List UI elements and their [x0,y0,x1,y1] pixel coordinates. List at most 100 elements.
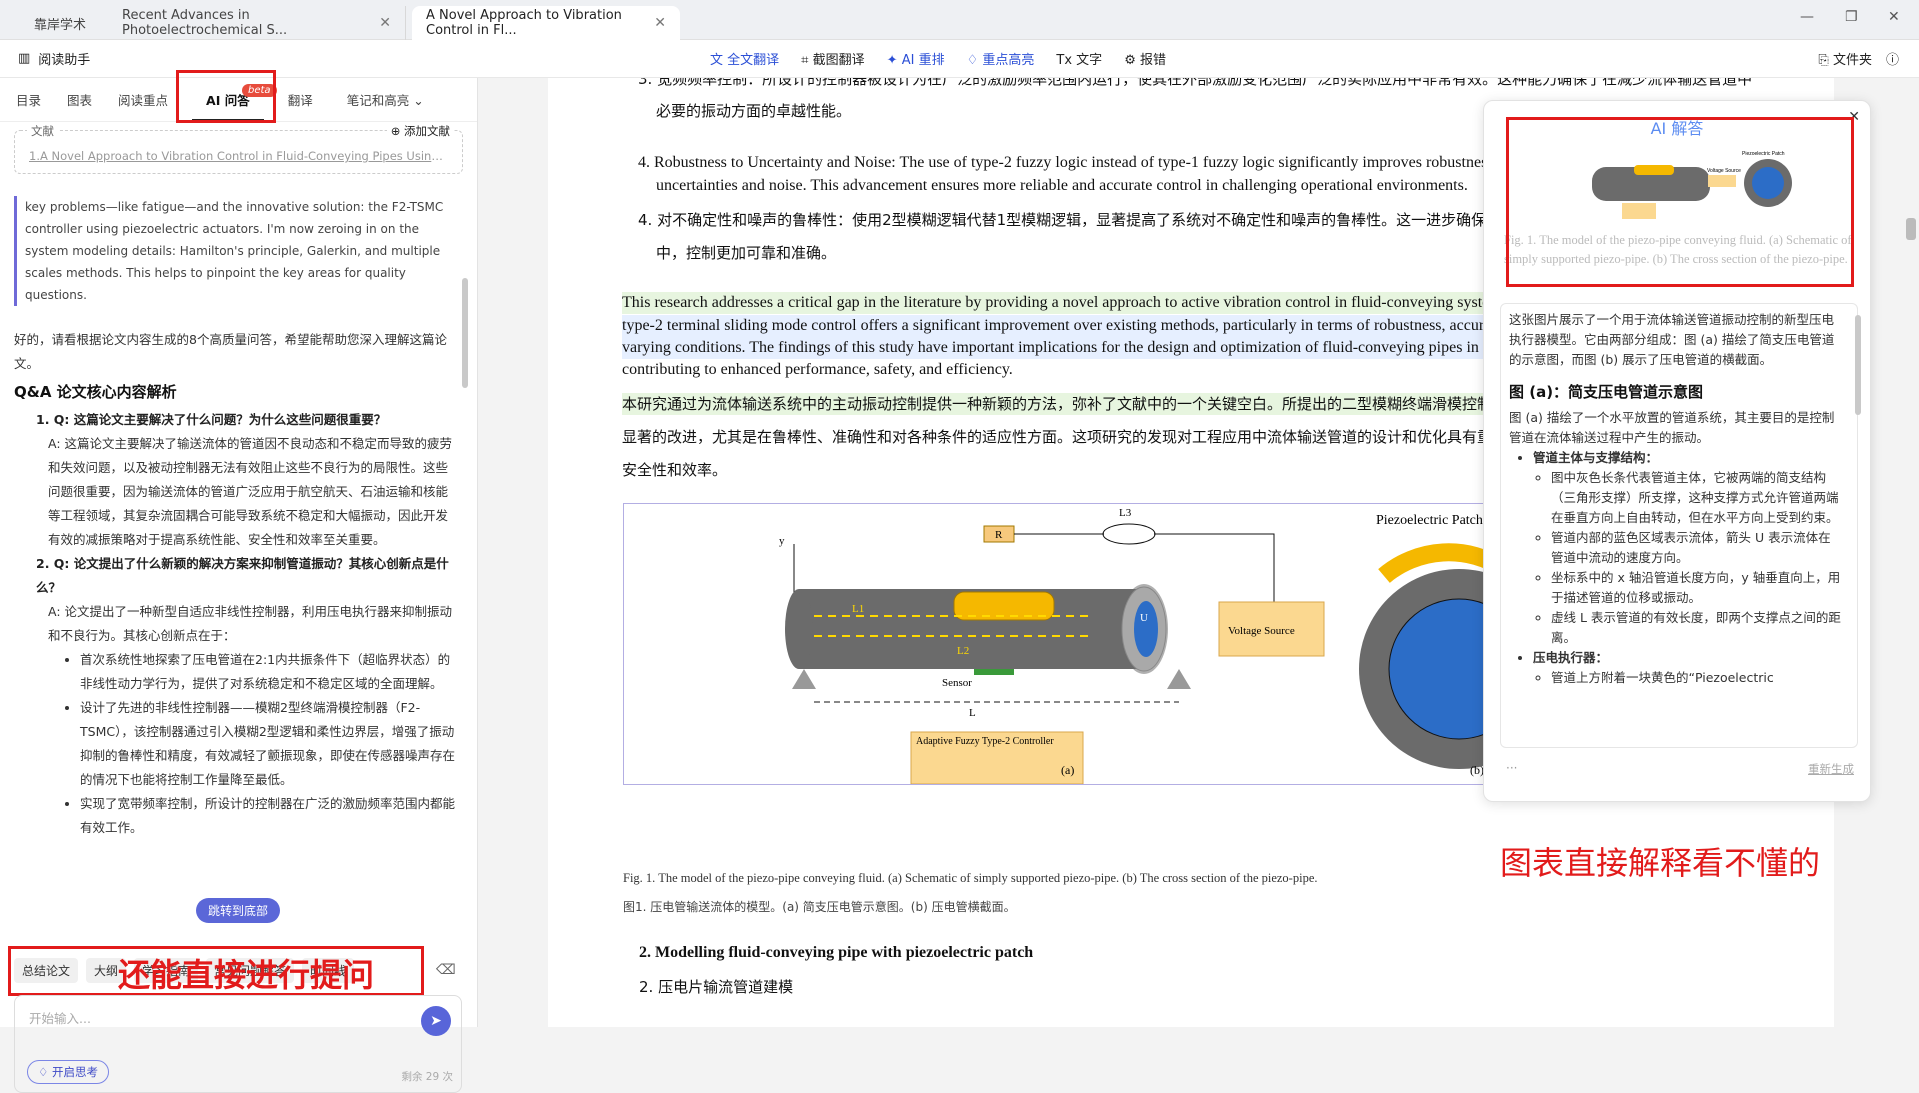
tab-label: Recent Advances in Photoelectrochemical … [122,8,288,38]
paper-line: This research addresses a critical gap i… [622,292,1604,314]
text-label: 文字 [1076,53,1103,68]
question-2: 2. Q: 论文提出了什么新颖的解决方案来抑制管道振动？其核心创新点是什么？ [36,556,449,595]
remaining-count: 剩余 29 次 [401,1071,453,1083]
sparkle-icon: ✦ [886,53,898,68]
list-item-label: 压电执行器： [1533,650,1609,665]
list-item: 坐标系中的 x 轴沿管道长度方向，y 轴垂直向上，用于描述管道的位移或振动。 [1551,568,1841,608]
chat-history: key problems—like fatigue—and the innova… [14,196,460,856]
section-heading: 2. Modelling fluid-conveying pipe with p… [639,944,1034,961]
paper-line: contributing to enhanced performance, sa… [622,361,1013,378]
tab-notes-label: 笔记和高亮 [346,93,410,108]
tab-notes[interactable]: 笔记和高亮 ⌄ [347,90,424,109]
send-button[interactable]: ➤ [421,1006,451,1036]
tab-recent-advances[interactable]: Recent Advances in Photoelectrochemical … [108,6,406,40]
chat-input[interactable]: 开始输入... ➤ ♢ 开启思考 剩余 29 次 [14,995,462,1093]
info-icon[interactable]: ⓘ [1886,49,1899,68]
toolbar: ▥ 阅读助手 文 全文翻译 ⌗ 截图翻译 ✦ AI 重排 ♢ 重点高亮 Tx 文… [0,40,1919,78]
explanation-intro: 这张图片展示了一个用于流体输送管道振动控制的新型压电执行器模型。它由两部分组成：… [1509,312,1835,367]
tab-novel-approach[interactable]: A Novel Approach to Vibration Control in… [412,6,680,40]
crop-icon: ⌗ [801,53,809,68]
explanation-paragraph: 图 (a) 描绘了一个水平放置的管道系统，其主要目的是控制管道在流体输送过程中产… [1509,410,1835,445]
full-translate-button[interactable]: 文 全文翻译 [710,49,779,68]
list-item: 图中灰色长条代表管道主体，它被两端的简支结构（三角形支撑）所支撑，这种支撑方式允… [1551,468,1841,528]
folder-label: 文件夹 [1832,53,1872,68]
subfigure-b-label: (b) [1470,763,1484,777]
document-label: 文献 [27,123,58,139]
controller-label: Adaptive Fuzzy Type-2 Controller [916,736,1054,747]
answer-2: A: 论文提出了一种新型自适应非线性控制器，利用压电执行器来抑制振动和不良行为。… [48,604,453,643]
tab-figures[interactable]: 图表 [67,90,92,109]
text-button[interactable]: Tx 文字 [1056,49,1102,68]
add-document-label: 添加文献 [404,124,450,138]
close-icon[interactable]: ✕ [379,15,391,31]
more-icon[interactable]: ··· [1506,761,1517,775]
document-link[interactable]: 1.A Novel Approach to Vibration Control … [29,149,449,163]
ai-explanation: 这张图片展示了一个用于流体输送管道振动控制的新型压电执行器模型。它由两部分组成：… [1500,303,1858,748]
list-item: 管道上方附着一块黄色的“Piezoelectric [1551,668,1841,688]
tab-reading-focus[interactable]: 阅读重点 [118,90,168,109]
resistor-label: R [995,529,1003,541]
folder-button[interactable]: ⎘ 文件夹 [1818,49,1872,68]
paper-line: 3. 宽频频率控制：所设计的控制器被设计为在广泛的激励频率范围内运行，使其在外部… [638,78,1753,88]
regenerate-button[interactable]: 重新生成 [1808,761,1854,777]
list-item: 设计了先进的非线性控制器——模糊2型终端滑模控制器（F2-TSMC），该控制器通… [80,696,460,792]
screenshot-translate-button[interactable]: ⌗ 截图翻译 [801,49,864,68]
highlight-label: 重点高亮 [982,53,1035,68]
window-close-icon[interactable]: ✕ [1888,9,1900,25]
sidebar-scrollbar[interactable] [462,278,468,388]
tab-home[interactable]: 靠岸学术 [20,6,110,40]
bulb-icon: ♢ [966,53,979,68]
bulb-icon: ♢ [38,1065,49,1079]
folder-icon: ⎘ [1818,53,1829,68]
annotation-text: 还能直接进行提问 [118,956,375,994]
report-button[interactable]: ⚙ 报错 [1124,49,1166,68]
tab-home-label: 靠岸学术 [34,17,87,33]
paper-line: 4. Robustness to Uncertainty and Noise: … [638,154,1543,171]
tab-toc[interactable]: 目录 [16,90,41,109]
close-icon[interactable]: ✕ [654,15,666,31]
paper-line: 必要的振动方面的卓越性能。 [656,102,852,120]
tab-translate[interactable]: 翻译 [288,90,313,109]
reading-assistant-label: 阅读助手 [38,53,91,68]
question-1: 1. Q: 这篇论文主要解决了什么问题？为什么这些问题很重要？ [36,412,387,427]
reading-assistant-toggle[interactable]: ▥ 阅读助手 [18,49,90,68]
list-item: 实现了宽带频率控制，所设计的控制器在广泛的激励频率范围内都能有效工作。 [80,792,460,840]
l1-label: L1 [852,603,864,615]
sensor-label: Sensor [942,677,972,689]
paper-line: uncertainties and noise. This advancemen… [656,177,1468,194]
highlight-button[interactable]: ♢ 重点高亮 [967,49,1035,68]
figure-caption: Fig. 1. The model of the piezo-pipe conv… [623,871,1318,885]
translate-icon: 文 [710,53,724,68]
answer-1: A: 这篇论文主要解决了输送流体的管道因不良动态和不稳定而导致的疲劳和失效问题，… [48,436,453,547]
jump-to-bottom-button[interactable]: 跳转到底部 [196,898,281,923]
full-translate-label: 全文翻译 [727,53,780,68]
ai-answer-panel: AI 解答 ✕ Piezoelectric Patch Voltage Sour… [1483,100,1871,802]
thinking-block: key problems—like fatigue—and the innova… [14,196,460,306]
list-item: 虚线 L 表示管道的有效长度，即两个支撑点之间的距离。 [1551,608,1841,648]
inductor-label: L3 [1119,507,1132,519]
ai-scrollbar[interactable] [1855,315,1861,415]
paper-line: 中，控制更加可靠和准确。 [656,244,837,262]
subfigure-a-label: (a) [1061,763,1074,777]
text-icon: Tx [1056,53,1073,68]
sub-list: 图中灰色长条代表管道主体，它被两端的简支结构（三角形支撑）所支撑，这种支撑方式允… [1533,468,1841,648]
explanation-heading: 图 (a)：简支压电管道示意图 [1509,383,1704,401]
voltage-source-label: Voltage Source [1228,625,1295,637]
clear-icon[interactable]: ⌫ [436,962,456,978]
support-right [1167,669,1191,689]
explanation-list: 管道主体与支撑结构： 图中灰色长条代表管道主体，它被两端的简支结构（三角形支撑）… [1509,448,1841,688]
list-item: 压电执行器： 管道上方附着一块黄色的“Piezoelectric [1533,648,1841,688]
sidebar-icon: ▥ [18,51,31,66]
add-document-button[interactable]: ⊕ 添加文献 [386,123,454,139]
minimize-icon[interactable]: — [1800,9,1814,25]
enable-thinking-button[interactable]: ♢ 开启思考 [27,1060,109,1084]
paper-scrollbar[interactable] [1906,218,1916,240]
answer-intro: 好的，请看根据论文内容生成的8个高质量问答，希望能帮助您深入理解这篇论文。 [14,332,447,371]
pipe-end [785,589,813,669]
list-item: 管道主体与支撑结构： 图中灰色长条代表管道主体，它被两端的简支结构（三角形支撑）… [1533,448,1841,648]
inductor [1102,523,1156,545]
bug-icon: ⚙ [1124,53,1136,68]
tab-label: A Novel Approach to Vibration Control in… [426,8,622,38]
ai-relayout-button[interactable]: ✦ AI 重排 [887,49,945,68]
maximize-icon[interactable]: ❐ [1845,9,1858,25]
